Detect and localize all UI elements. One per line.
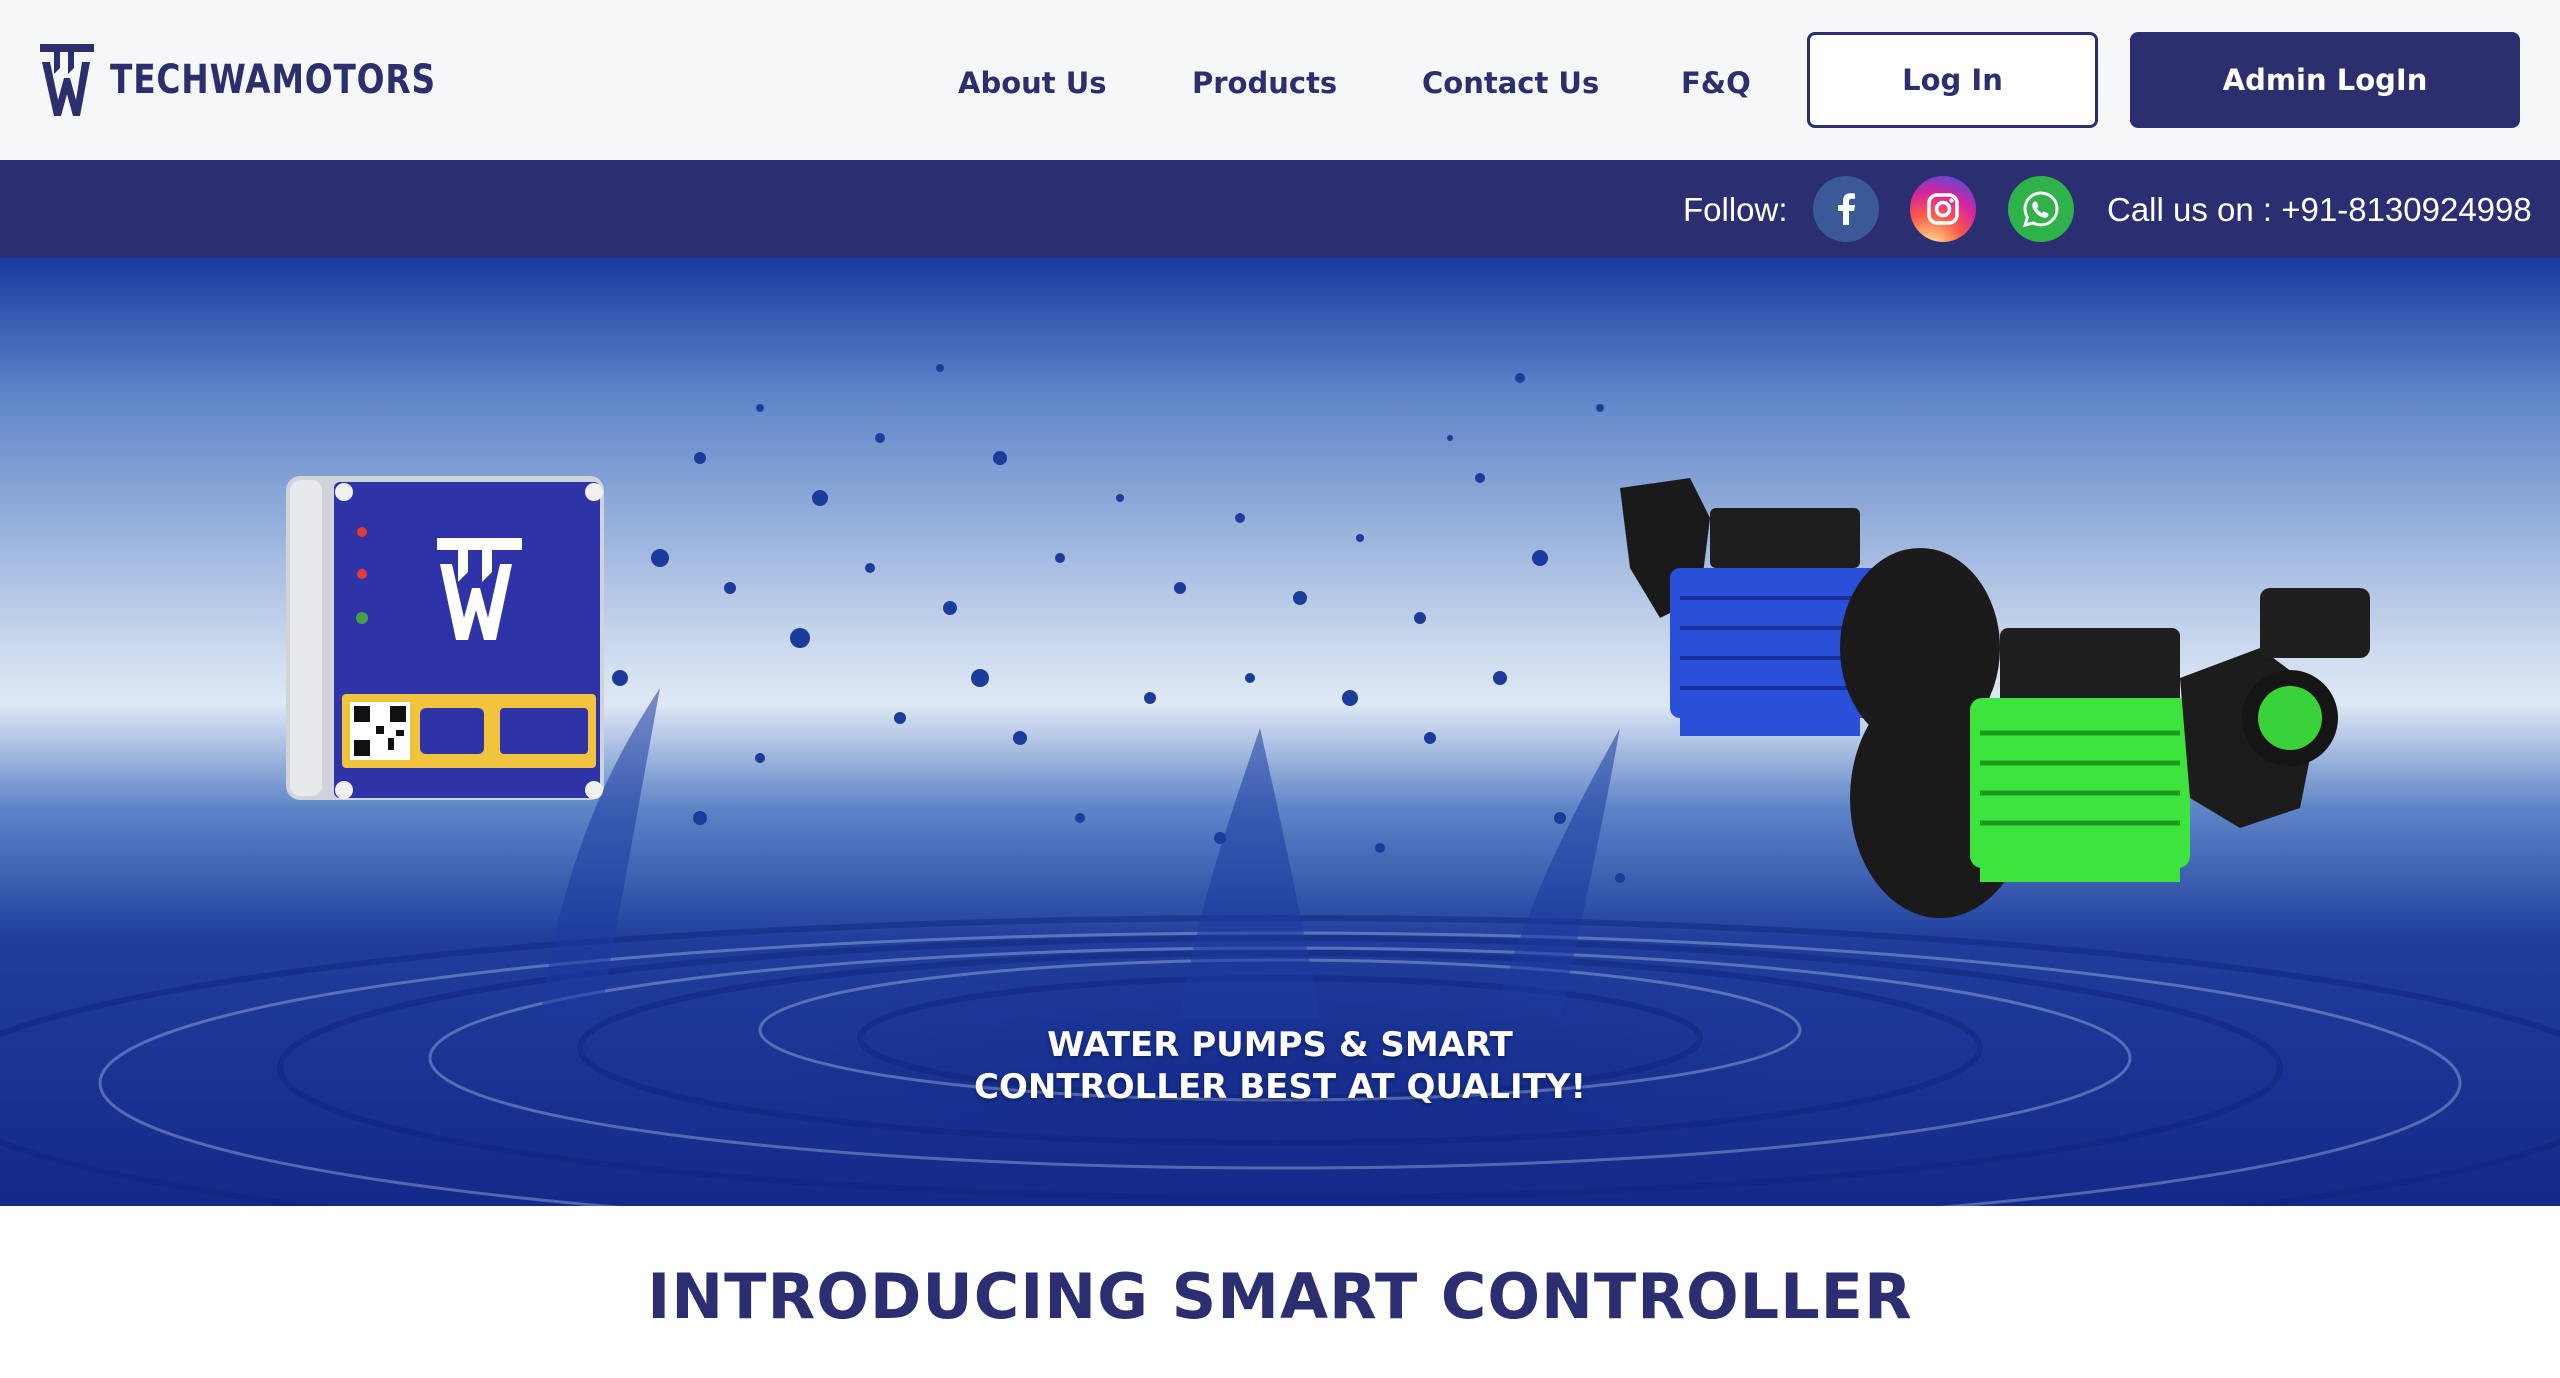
nav-faq[interactable]: F&Q	[1681, 66, 1751, 100]
whatsapp-glyph	[2023, 191, 2059, 228]
follow-label: Follow:	[1683, 191, 1788, 228]
techwa-logo-icon	[40, 44, 94, 116]
facebook-glyph	[1838, 193, 1855, 225]
hero-title-line1: WATER PUMPS & SMART	[1047, 1025, 1513, 1065]
water-pump-image	[1600, 448, 2400, 948]
hero-title: WATER PUMPS & SMART CONTROLLER BEST AT Q…	[880, 1024, 1680, 1108]
nav-contact-us[interactable]: Contact Us	[1422, 66, 1599, 100]
login-button[interactable]: Log In	[1807, 32, 2098, 128]
instagram-icon[interactable]	[1910, 176, 1976, 242]
follow-bar: Follow: Call us on : +91-8130924998	[0, 160, 2560, 258]
instagram-glyph	[1927, 193, 1959, 225]
brand-name: TECHWAMOTORS	[110, 57, 436, 103]
admin-login-button[interactable]: Admin LogIn	[2130, 32, 2520, 128]
whatsapp-icon[interactable]	[2008, 176, 2074, 242]
nav-about-us[interactable]: About Us	[958, 66, 1107, 100]
smart-controller-image	[282, 468, 607, 808]
hero-banner: WATER PUMPS & SMART CONTROLLER BEST AT Q…	[0, 258, 2560, 1206]
facebook-icon[interactable]	[1813, 176, 1879, 242]
call-us-phone[interactable]: Call us on : +91-8130924998	[2107, 191, 2532, 229]
intro-title: INTRODUCING SMART CONTROLLER	[647, 1260, 1913, 1333]
top-navigation: TECHWAMOTORS About Us Products Contact U…	[0, 0, 2560, 160]
intro-section: INTRODUCING SMART CONTROLLER	[0, 1206, 2560, 1378]
brand-logo[interactable]: TECHWAMOTORS	[38, 38, 507, 122]
hero-title-line2: CONTROLLER BEST AT QUALITY!	[974, 1067, 1586, 1107]
water-pump-graphic	[1620, 478, 2370, 918]
controller-box-graphic	[286, 476, 604, 800]
nav-products[interactable]: Products	[1192, 66, 1337, 100]
